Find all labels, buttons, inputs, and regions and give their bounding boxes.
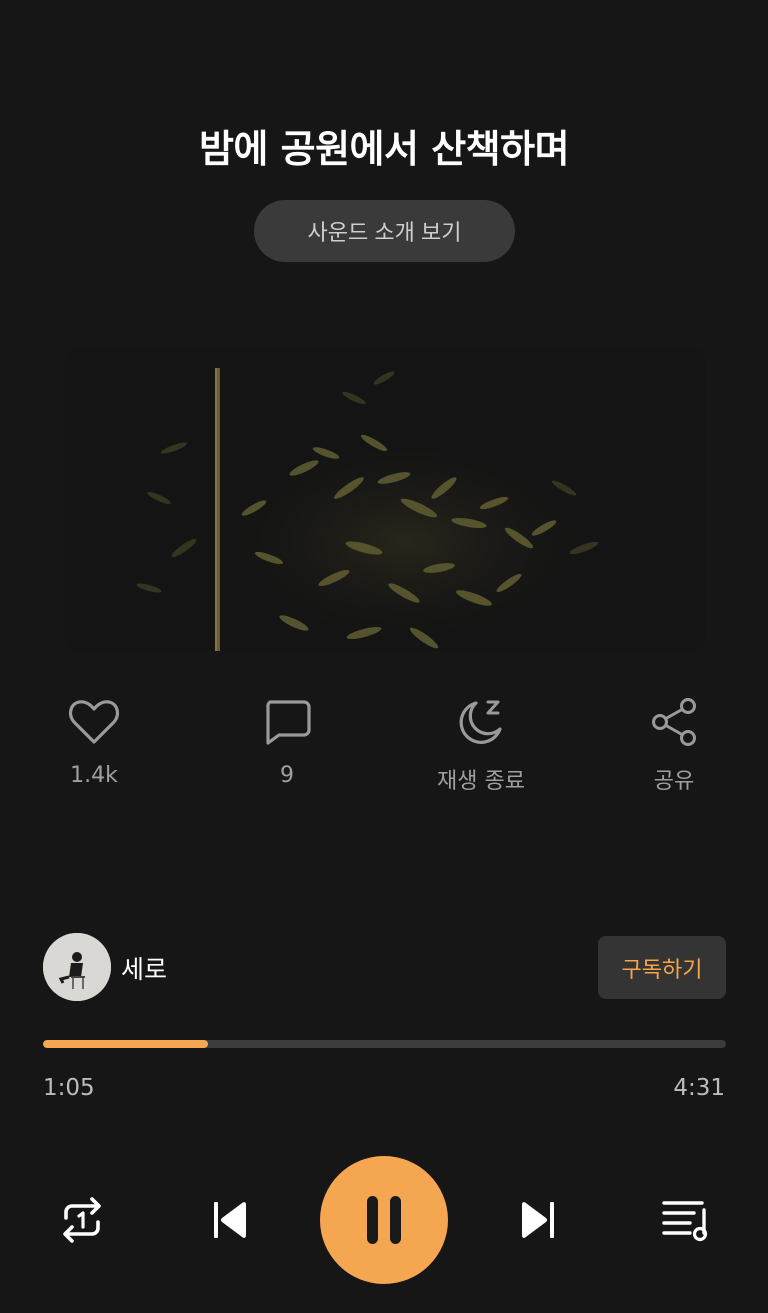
current-time: 1:05 [43, 1075, 95, 1101]
skip-next-icon [522, 1202, 554, 1238]
creator-name[interactable]: 세로 [121, 950, 167, 986]
share-icon [599, 695, 749, 749]
like-count: 1.4k [70, 763, 118, 788]
previous-button[interactable] [200, 1190, 260, 1250]
progress-bar[interactable] [43, 1040, 726, 1048]
play-pause-button[interactable] [320, 1156, 448, 1284]
comment-action[interactable]: 9 [212, 695, 362, 788]
share-label: 공유 [653, 769, 695, 794]
total-time: 4:31 [673, 1075, 725, 1101]
cover-image [64, 348, 705, 651]
sound-intro-button[interactable]: 사운드 소개 보기 [254, 200, 515, 262]
comment-icon [212, 695, 362, 749]
sleep-timer-label: 재생 종료 [437, 769, 525, 794]
like-action[interactable]: 1.4k [19, 695, 169, 788]
subscribe-button[interactable]: 구독하기 [598, 936, 726, 999]
moon-sleep-icon [406, 695, 556, 749]
playlist-icon [662, 1201, 708, 1242]
comment-count: 9 [280, 763, 294, 788]
next-button[interactable] [508, 1190, 568, 1250]
heart-icon [19, 695, 169, 749]
share-action[interactable]: 공유 [599, 695, 749, 795]
sleep-timer-action[interactable]: 재생 종료 [406, 695, 556, 795]
creator-avatar[interactable] [43, 933, 111, 1001]
progress-fill [43, 1040, 209, 1048]
pause-icon [367, 1196, 401, 1244]
repeat-button[interactable] [52, 1190, 112, 1250]
skip-previous-icon [214, 1202, 246, 1238]
night-bamboo-image [64, 348, 705, 651]
repeat-one-icon [63, 1197, 101, 1243]
track-title: 밤에 공원에서 산책하며 [198, 127, 570, 171]
playlist-button[interactable] [656, 1190, 716, 1250]
